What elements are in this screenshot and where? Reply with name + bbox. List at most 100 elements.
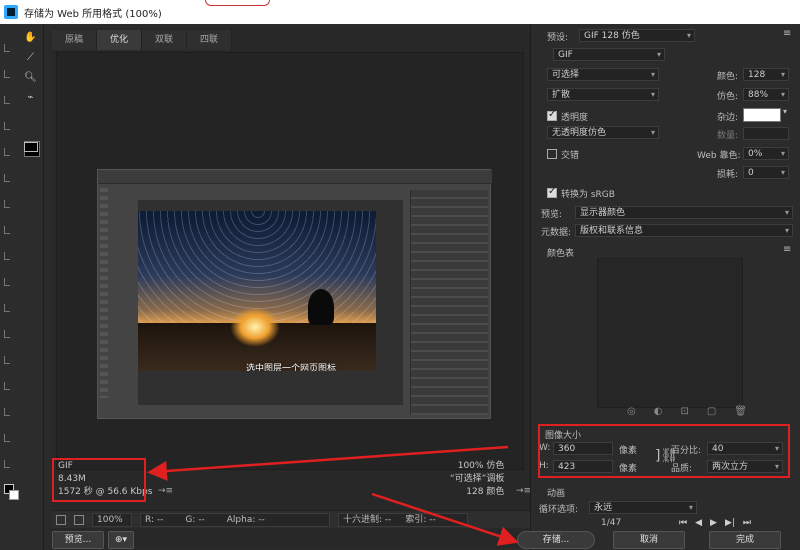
matte-color-swatch[interactable] — [743, 108, 781, 122]
color-reduction-select[interactable]: 可选择 — [547, 68, 659, 81]
convert-srgb-label: 转换为 sRGB — [561, 190, 615, 200]
readout-alpha: Alpha: -- — [226, 514, 265, 525]
photoshop-logo-icon — [4, 5, 18, 19]
metadata-label: 元数据: — [541, 228, 572, 238]
amount-input[interactable] — [743, 127, 789, 140]
light-glow — [230, 307, 280, 347]
format-select[interactable]: GIF — [553, 48, 665, 61]
amount-label: 数量: — [717, 131, 739, 141]
done-button[interactable]: 完成 — [709, 531, 781, 549]
embedded-document: 选中图层一个网页图标 — [138, 200, 403, 405]
slice-select-tool-icon[interactable]: ⟋ — [24, 52, 37, 64]
ps-tool-icon — [4, 356, 10, 364]
toggle-slices-icon[interactable] — [24, 142, 38, 152]
zoom-tool-icon[interactable]: 🔍︎ — [24, 72, 37, 84]
eyedropper-tool-icon[interactable]: ⌁ — [24, 92, 37, 104]
info-dither: 100% 仿色 — [457, 461, 505, 471]
title-bar: 存储为 Web 所用格式 (100%) — [0, 0, 800, 24]
window-drag-handle[interactable] — [205, 0, 270, 6]
zoom-out-button[interactable] — [56, 514, 66, 525]
ps-tool-icon — [4, 148, 10, 156]
last-frame-icon[interactable]: ⏭ — [743, 518, 751, 528]
color-table[interactable] — [597, 258, 743, 408]
lossy-input[interactable]: 0 — [743, 166, 789, 179]
play-icon[interactable]: ▶ — [710, 518, 717, 528]
hex-info: 十六进制: -- 索引: -- — [338, 512, 468, 527]
ps-tool-icon — [4, 460, 10, 468]
loop-label: 循环选项: — [539, 505, 579, 515]
readout-r: R: -- — [145, 514, 164, 525]
info-palette: “可选择”调板 — [450, 474, 505, 484]
preset-menu-icon[interactable]: ≡ — [783, 28, 791, 39]
background-color-swatch[interactable] — [9, 490, 19, 500]
tree — [308, 289, 334, 325]
metadata-select[interactable]: 版权和联系信息 — [575, 224, 793, 237]
zoom-level[interactable]: 100% — [92, 512, 132, 527]
web-snap-input[interactable]: 0% — [743, 147, 789, 160]
ps-tool-icon — [4, 434, 10, 442]
map-transparent-icon[interactable]: ◎ — [627, 406, 636, 417]
previous-frame-icon[interactable]: ◀ — [695, 518, 702, 528]
tool-panel: ✋ ⟋ 🔍︎ ⌁ — [0, 24, 44, 550]
pixel-info: R: -- G: -- Alpha: -- — [140, 512, 330, 527]
view-tabs: 原稿 优化 双联 四联 — [52, 30, 232, 50]
colors-input[interactable]: 128 — [743, 68, 789, 81]
lossy-label: 损耗: — [717, 170, 739, 180]
ps-tool-icon — [4, 382, 10, 390]
tab-2-up[interactable]: 双联 — [142, 30, 187, 50]
first-frame-icon[interactable]: ⏮ — [679, 518, 687, 528]
status-bar: 100% R: -- G: -- Alpha: -- 十六进制: -- 索引: … — [52, 510, 530, 528]
transparency-dither-select[interactable]: 无透明度仿色 — [547, 126, 659, 139]
zoom-in-button[interactable] — [74, 514, 84, 525]
preview-label: 预览: — [541, 210, 563, 220]
dither-algorithm-select[interactable]: 扩散 — [547, 88, 659, 101]
color-table-menu-icon[interactable]: ≡ — [783, 244, 791, 255]
ps-tool-icon — [4, 226, 10, 234]
ps-tool-icon — [4, 304, 10, 312]
dither-input[interactable]: 88% — [743, 88, 789, 101]
browser-select-button[interactable]: ⊕▾ — [108, 531, 134, 549]
interlaced-checkbox[interactable] — [547, 149, 557, 159]
ps-tool-icon — [4, 70, 10, 78]
ps-tool-icon — [4, 252, 10, 260]
tab-optimized[interactable]: 优化 — [97, 30, 142, 50]
ps-tool-icon — [4, 122, 10, 130]
animation-label: 动画 — [547, 489, 566, 499]
preview-color-select[interactable]: 显示器颜色 — [575, 206, 793, 219]
color-info-menu-icon[interactable]: →≡ — [516, 486, 531, 496]
preview-image: 选中图层一个网页图标 — [97, 169, 492, 419]
next-frame-icon[interactable]: ▶| — [725, 518, 735, 528]
interlaced-label: 交错 — [561, 151, 580, 161]
loop-select[interactable]: 永远 — [589, 501, 697, 514]
matte-label: 杂边: — [717, 113, 739, 123]
matte-dropdown-icon[interactable]: ▾ — [783, 107, 787, 116]
ps-tool-icon — [4, 278, 10, 286]
hand-tool-icon[interactable]: ✋ — [24, 32, 37, 44]
convert-srgb-checkbox[interactable] — [547, 186, 557, 198]
cancel-button[interactable]: 取消 — [613, 531, 685, 549]
tab-original[interactable]: 原稿 — [52, 30, 97, 50]
frame-counter: 1/47 — [601, 518, 622, 528]
download-speed-menu-icon[interactable]: →≡ — [158, 486, 173, 496]
animation-controls: ⏮ ◀ ▶ ▶| ⏭ — [679, 518, 751, 528]
info-colors: 128 颜色 — [466, 487, 505, 497]
save-button[interactable]: 存储... — [517, 531, 595, 549]
delete-color-icon[interactable]: 🗑︎ — [734, 406, 747, 417]
dither-label: 仿色: — [717, 92, 739, 102]
transparency-checkbox[interactable] — [547, 109, 557, 121]
preset-select[interactable]: GIF 128 仿色 — [579, 29, 695, 42]
lock-color-icon[interactable]: ⊡ — [680, 406, 688, 417]
new-color-icon[interactable]: ▢ — [707, 406, 716, 417]
ps-tool-icon — [4, 330, 10, 338]
web-shift-icon[interactable]: ◐ — [654, 406, 663, 417]
preview-button[interactable]: 预览... — [52, 531, 104, 549]
readout-hex: 十六进制: -- — [343, 514, 392, 525]
annotation-box-image-size — [538, 424, 790, 478]
star-trail-photo: 选中图层一个网页图标 — [138, 211, 376, 371]
ps-tool-icon — [4, 44, 10, 52]
browser-icon: ⊕▾ — [114, 535, 128, 545]
tab-4-up[interactable]: 四联 — [187, 30, 232, 50]
embedded-menubar — [98, 170, 492, 184]
image-canvas[interactable]: 选中图层一个网页图标 — [56, 52, 524, 470]
readout-g: G: -- — [185, 514, 205, 525]
